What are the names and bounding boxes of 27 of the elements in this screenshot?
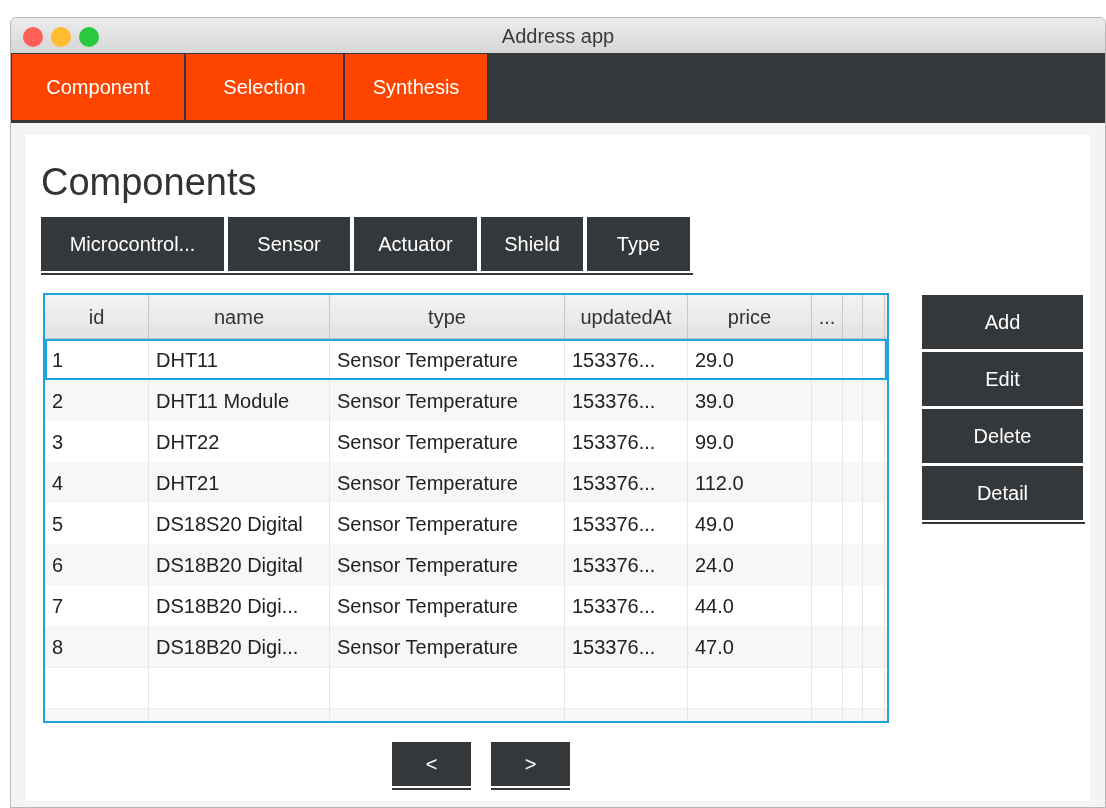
page-heading: Components (41, 160, 258, 205)
column-header[interactable]: updatedAt (565, 295, 688, 338)
category-tab[interactable]: Type (587, 217, 690, 271)
action-button[interactable]: Add (922, 295, 1083, 349)
maximize-icon[interactable] (79, 27, 99, 47)
close-icon[interactable] (23, 27, 43, 47)
category-tab[interactable]: Microcontrol... (41, 217, 224, 271)
window-title: Address app (501, 23, 615, 49)
category-tab[interactable]: Shield (481, 217, 583, 271)
column-header[interactable]: type (330, 295, 565, 338)
pager-button[interactable]: < (392, 742, 471, 786)
table-row[interactable]: 4 DHT21 Sensor Temperature 153376... 112.0 (45, 462, 887, 503)
table-row[interactable]: 1 DHT11 Sensor Temperature 153376... 29.0 (45, 339, 887, 380)
category-tab[interactable]: Actuator (354, 217, 477, 271)
table-row[interactable]: 2 DHT11 Module Sensor Temperature 153376... 39.0 (45, 380, 887, 421)
pager-button[interactable]: > (491, 742, 570, 786)
action-button[interactable]: Detail (922, 466, 1083, 520)
action-button[interactable]: Delete (922, 409, 1083, 463)
category-tab[interactable]: Sensor (228, 217, 350, 271)
minimize-icon[interactable] (51, 27, 71, 47)
column-header[interactable]: ... (812, 295, 843, 338)
table-row[interactable]: 8 DS18B20 Digi... Sensor Temperature 153376... 47.0 (45, 626, 887, 667)
column-header[interactable]: name (149, 295, 330, 338)
column-header[interactable]: price (688, 295, 812, 338)
action-button[interactable]: Edit (922, 352, 1083, 406)
column-header[interactable]: id (45, 295, 149, 338)
table-row[interactable]: 6 DS18B20 Digital Sensor Temperature 153376... 24.0 (45, 544, 887, 585)
